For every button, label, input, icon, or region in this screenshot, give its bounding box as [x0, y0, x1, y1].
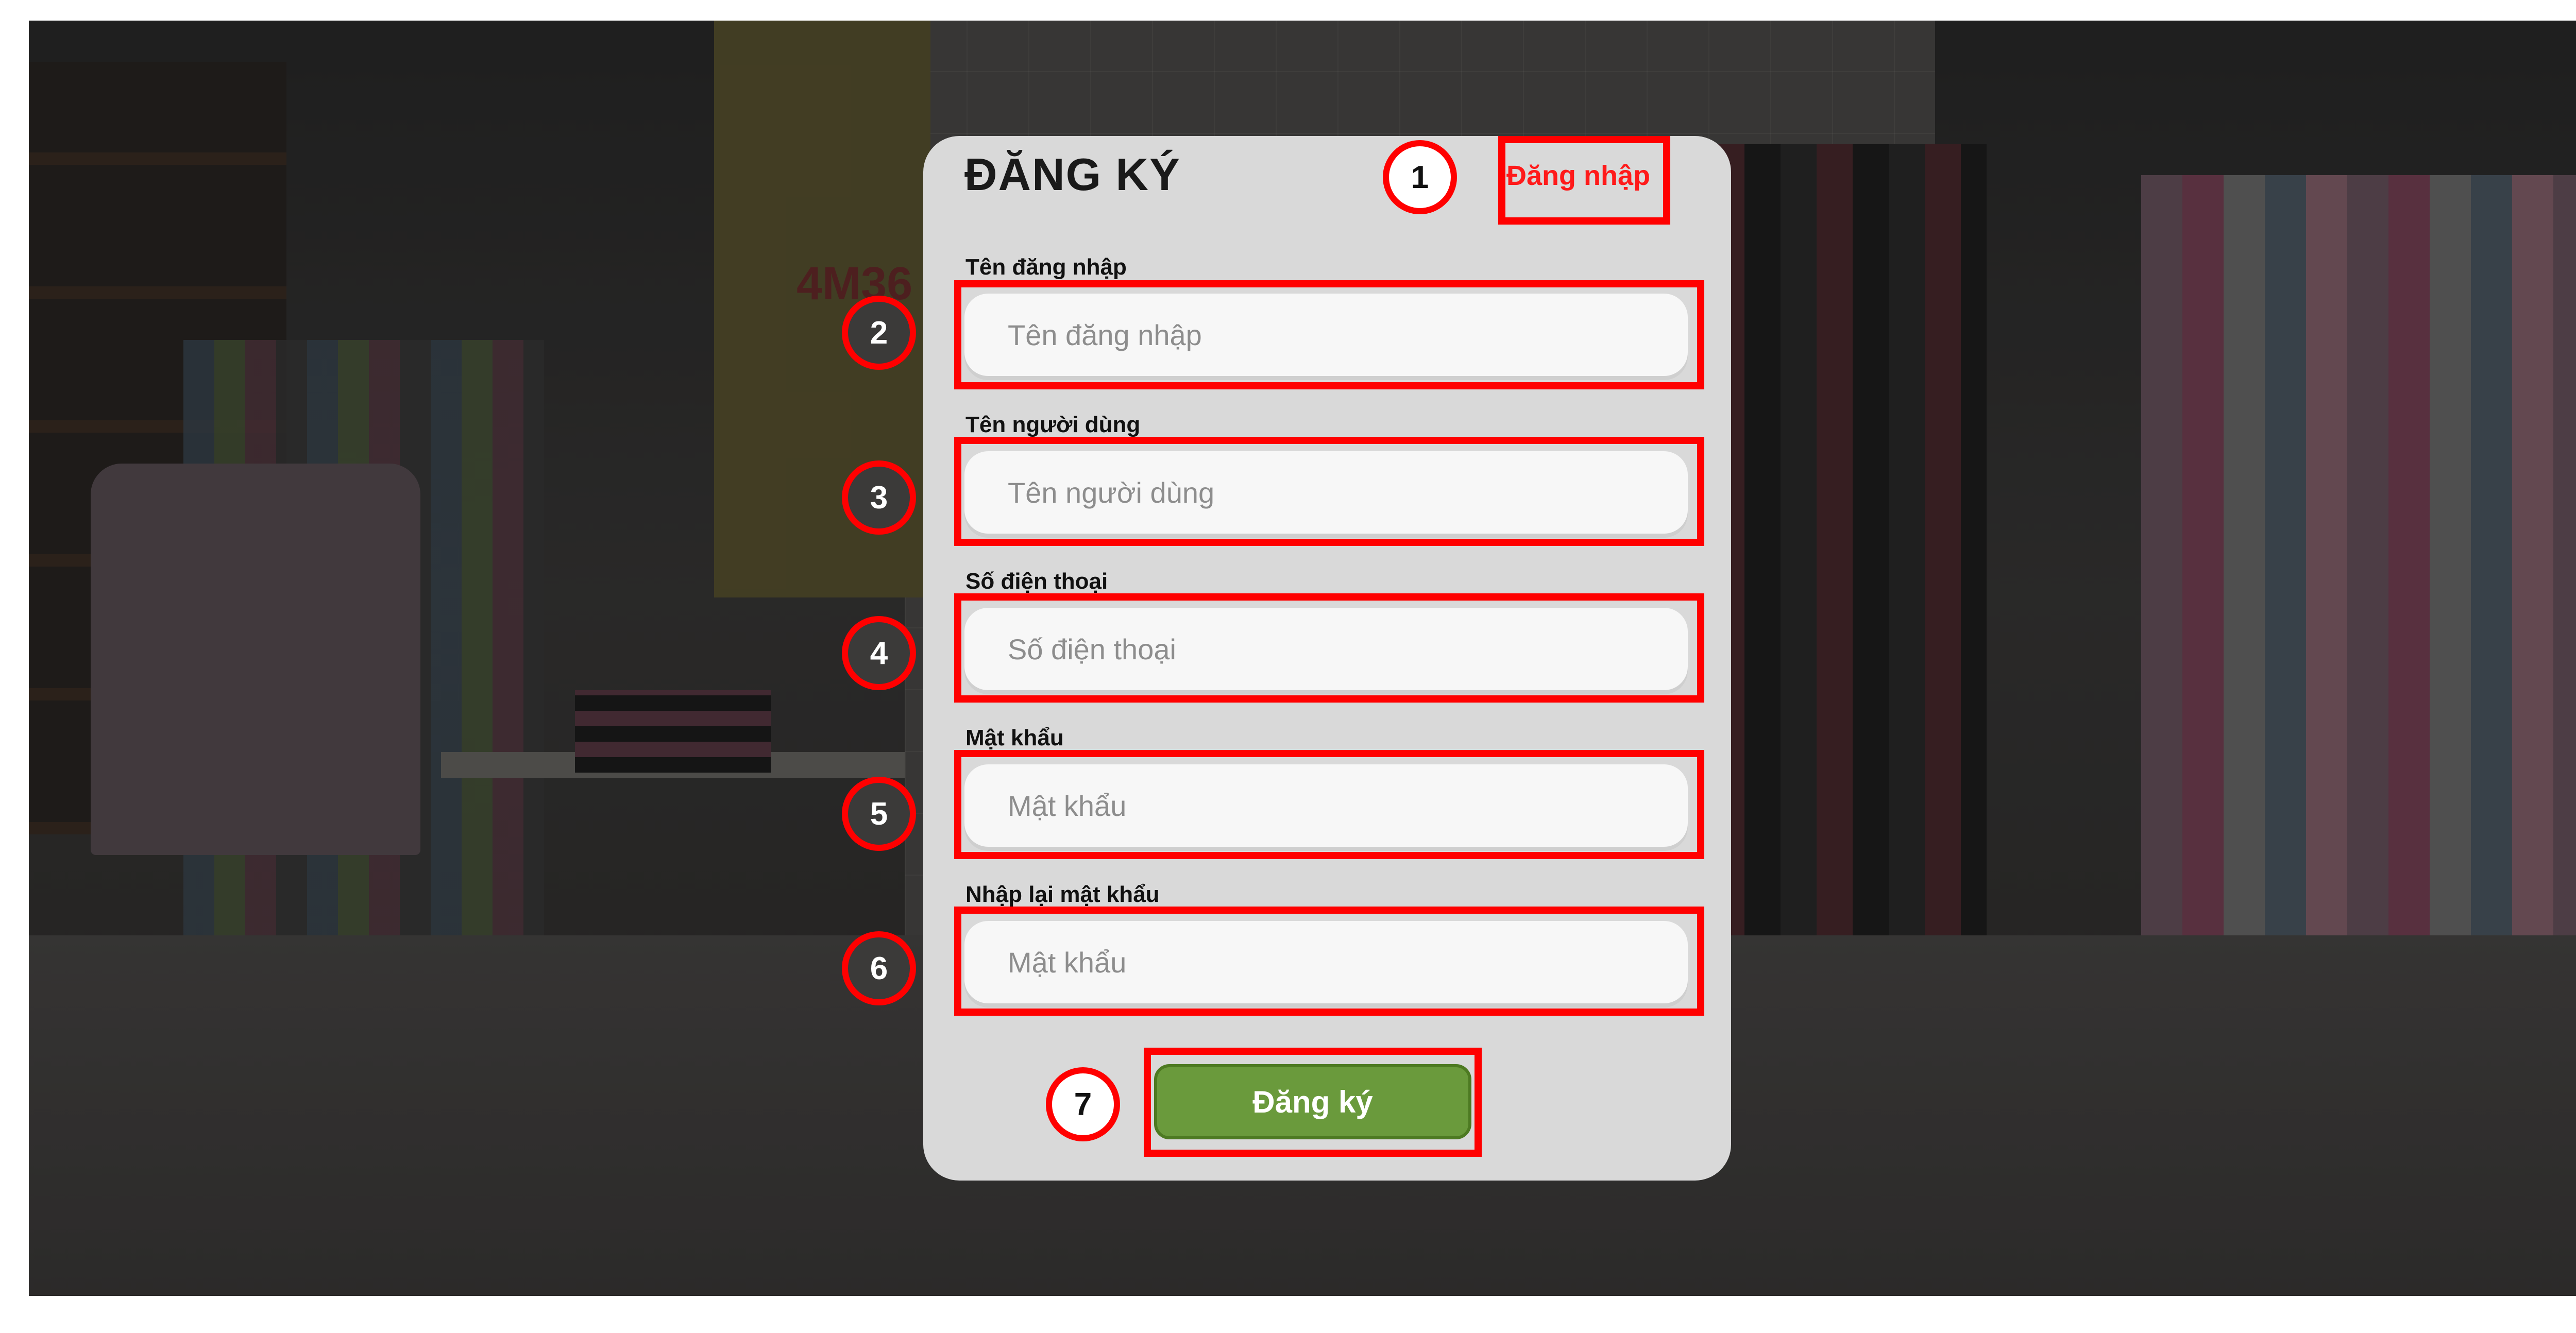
phone-label: Số điện thoại — [965, 569, 1108, 594]
phone-input[interactable] — [964, 608, 1688, 690]
annotation-marker-4: 4 — [842, 616, 916, 690]
annotation-marker-2: 2 — [842, 296, 916, 370]
confirm-password-label: Nhập lại mật khẩu — [965, 882, 1160, 907]
register-button[interactable]: Đăng ký — [1154, 1064, 1471, 1139]
username-input[interactable] — [964, 294, 1688, 376]
annotation-marker-1: 1 — [1383, 140, 1457, 214]
username-label: Tên đăng nhập — [965, 254, 1127, 280]
annotation-marker-7: 7 — [1046, 1067, 1120, 1141]
annotation-marker-3: 3 — [842, 460, 916, 535]
annotation-marker-6: 6 — [842, 931, 916, 1005]
password-input[interactable] — [964, 764, 1688, 847]
annotation-marker-5: 5 — [842, 777, 916, 851]
display-name-label: Tên người dùng — [965, 412, 1141, 437]
display-name-input[interactable] — [964, 451, 1688, 534]
confirm-password-input[interactable] — [964, 921, 1688, 1003]
login-link[interactable]: Đăng nhập — [1506, 160, 1650, 192]
register-title: ĐĂNG KÝ — [964, 149, 1181, 200]
password-label: Mật khẩu — [965, 725, 1064, 750]
